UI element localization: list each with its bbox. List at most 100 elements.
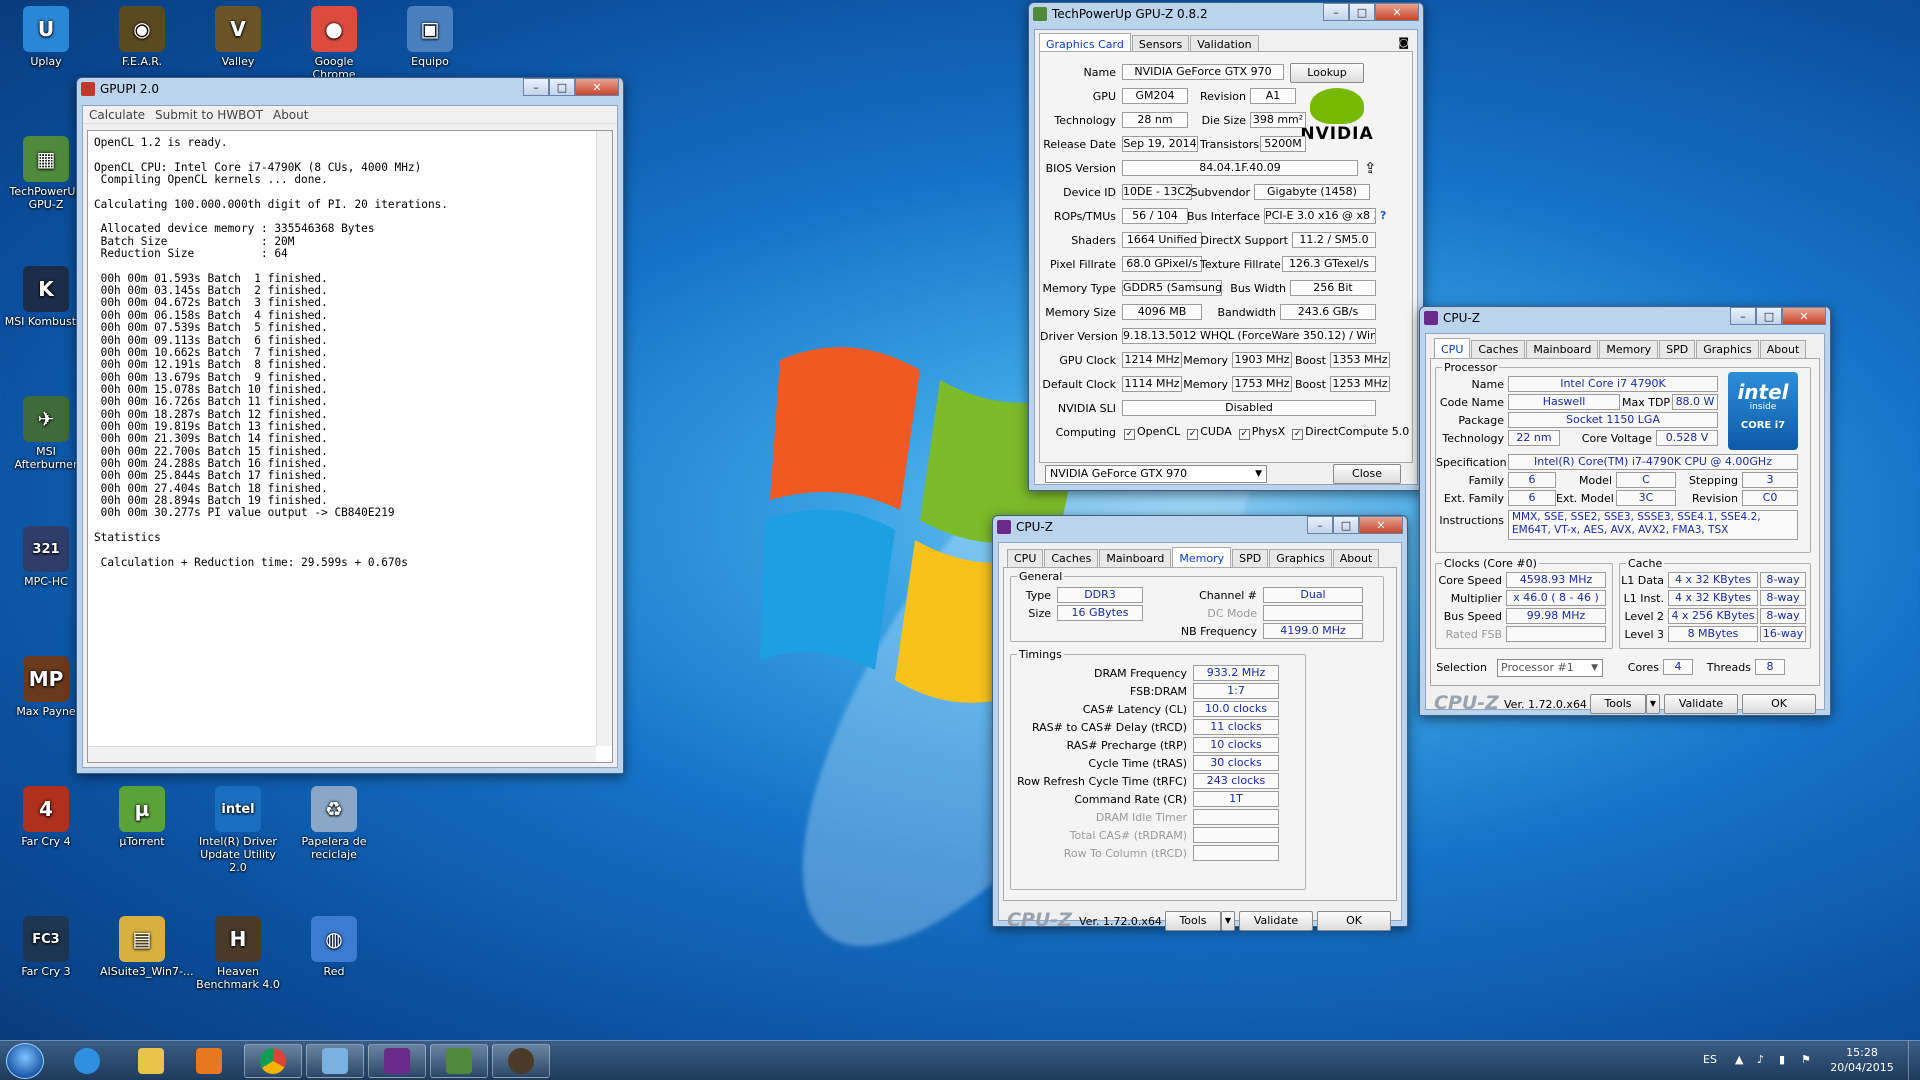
desktop-icon-far-cry-4[interactable]: 4 Far Cry 4 xyxy=(4,786,88,848)
instructions-value: MMX, SSE, SSE2, SSE3, SSSE3, SSE4.1, SSE… xyxy=(1508,510,1798,540)
start-button[interactable] xyxy=(6,1043,44,1079)
label-dc-mode: DC Mode xyxy=(1207,607,1257,620)
maximize-icon[interactable]: □ xyxy=(1756,307,1782,325)
vertical-scrollbar[interactable] xyxy=(596,131,612,746)
revision-field: A1 xyxy=(1250,88,1296,104)
ok-button[interactable]: OK xyxy=(1317,911,1391,931)
taskbar-explorer[interactable] xyxy=(122,1044,180,1078)
l1-data-ways: 8-way xyxy=(1760,572,1806,588)
taskbar-heaven[interactable] xyxy=(492,1044,550,1078)
minimize-icon[interactable]: – xyxy=(1730,307,1756,325)
desktop-icon-google-chrome[interactable]: ● Google Chrome xyxy=(292,6,376,81)
close-icon[interactable]: ✕ xyxy=(1359,516,1403,534)
close-button[interactable]: Close xyxy=(1333,464,1401,484)
tab-spd[interactable]: SPD xyxy=(1659,340,1696,358)
desktop-icon-valley[interactable]: V Valley xyxy=(196,6,280,68)
tab-cpu[interactable]: CPU xyxy=(1434,338,1471,358)
tools-button[interactable]: Tools xyxy=(1590,694,1646,714)
label-family: Family xyxy=(1468,474,1504,487)
tab-memory[interactable]: Memory xyxy=(1172,547,1232,567)
gpupi-titlebar[interactable]: GPUPI 2.0 – □ ✕ xyxy=(77,78,623,100)
directcompute-checkbox[interactable]: ✓ DirectCompute 5.0 xyxy=(1292,425,1409,440)
taskbar-internet-explorer[interactable] xyxy=(58,1044,116,1078)
clock[interactable]: 15:28 20/04/2015 xyxy=(1822,1045,1902,1075)
desktop-icon-equipo[interactable]: ▣ Equipo xyxy=(388,6,472,68)
cuda-checkbox[interactable]: ✓ CUDA xyxy=(1187,425,1232,440)
taskbar-gpupi[interactable] xyxy=(306,1044,364,1078)
tab-about[interactable]: About xyxy=(1332,549,1380,567)
tab-graphics[interactable]: Graphics xyxy=(1696,340,1759,358)
desktop-icon-far-cry-3[interactable]: FC3 Far Cry 3 xyxy=(4,916,88,978)
network-icon[interactable]: ▮ xyxy=(1779,1053,1785,1066)
tab-cpu[interactable]: CPU xyxy=(1007,549,1044,567)
taskbar-gpuz[interactable] xyxy=(430,1044,488,1078)
label-die-size: Die Size xyxy=(1201,114,1246,127)
menu-submit-hwbot[interactable]: Submit to HWBOT xyxy=(155,108,263,122)
timing-value xyxy=(1193,845,1279,861)
language-indicator[interactable]: ES xyxy=(1703,1053,1717,1066)
tools-button[interactable]: Tools xyxy=(1165,911,1221,931)
close-icon[interactable]: ✕ xyxy=(575,78,619,96)
minimize-icon[interactable]: – xyxy=(523,78,549,96)
gpupi-console[interactable]: OpenCL 1.2 is ready. OpenCL CPU: Intel C… xyxy=(87,130,613,763)
label-channel: Channel # xyxy=(1199,589,1257,602)
tab-graphics-card[interactable]: Graphics Card xyxy=(1039,33,1131,53)
desktop-icon-aisuite3[interactable]: ▤ AISuite3_Win7-... xyxy=(100,916,193,978)
tools-dropdown-arrow-icon[interactable]: ▼ xyxy=(1221,911,1235,931)
show-hidden-icons-icon[interactable]: ▲ xyxy=(1735,1053,1743,1066)
gpuz-titlebar[interactable]: TechPowerUp GPU-Z 0.8.2 – □ ✕ xyxy=(1029,3,1423,25)
desktop-icon-intel-driver-update[interactable]: intel Intel(R) Driver Update Utility 2.0 xyxy=(196,786,280,874)
cpuz-memory-titlebar[interactable]: CPU-Z – □ ✕ xyxy=(993,516,1407,538)
gpu-select-dropdown[interactable]: NVIDIA GeForce GTX 970 ▼ xyxy=(1045,465,1267,483)
tab-mainboard[interactable]: Mainboard xyxy=(1099,549,1172,567)
opencl-checkbox[interactable]: ✓ OpenCL xyxy=(1124,425,1180,440)
maximize-icon[interactable]: □ xyxy=(1333,516,1359,534)
timing-value: 1T xyxy=(1193,791,1279,807)
taskbar-chrome[interactable] xyxy=(244,1044,302,1078)
camera-icon[interactable]: ◙ xyxy=(1398,36,1409,49)
share-icon[interactable]: ⇪ xyxy=(1364,159,1377,177)
desktop-icon-red[interactable]: ◍ Red xyxy=(292,916,376,978)
desktop-icon-recycle-bin[interactable]: ♻ Papelera de reciclaje xyxy=(292,786,376,861)
ok-button[interactable]: OK xyxy=(1742,694,1816,714)
nb-frequency-value: 4199.0 MHz xyxy=(1263,623,1363,639)
desktop-icon-uplay[interactable]: U Uplay xyxy=(4,6,88,68)
tab-memory[interactable]: Memory xyxy=(1599,340,1659,358)
tools-dropdown-arrow-icon[interactable]: ▼ xyxy=(1646,694,1660,714)
taskbar-media-player[interactable] xyxy=(180,1044,238,1078)
physx-checkbox[interactable]: ✓ PhysX xyxy=(1238,425,1285,440)
maximize-icon[interactable]: □ xyxy=(549,78,575,96)
action-center-flag-icon[interactable]: ⚑ xyxy=(1801,1053,1811,1066)
lookup-button[interactable]: Lookup xyxy=(1290,63,1364,83)
menu-calculate[interactable]: Calculate xyxy=(89,108,145,122)
desktop-icon-heaven-benchmark[interactable]: H Heaven Benchmark 4.0 xyxy=(196,916,280,991)
menu-about[interactable]: About xyxy=(273,108,308,122)
core-speed-value: 4598.93 MHz xyxy=(1506,572,1606,588)
show-desktop-button[interactable] xyxy=(1908,1041,1920,1080)
pixel-fillrate-field: 68.0 GPixel/s xyxy=(1122,256,1202,272)
validate-button[interactable]: Validate xyxy=(1664,694,1738,714)
desktop-icon-fear[interactable]: ◉ F.E.A.R. xyxy=(100,6,184,68)
gpuz-window: TechPowerUp GPU-Z 0.8.2 – □ ✕ Graphics Car… xyxy=(1028,2,1424,491)
tab-caches[interactable]: Caches xyxy=(1044,549,1099,567)
horizontal-scrollbar[interactable] xyxy=(88,746,596,762)
tab-graphics[interactable]: Graphics xyxy=(1269,549,1332,567)
cpuz-cpu-titlebar[interactable]: CPU-Z – □ ✕ xyxy=(1420,307,1830,329)
validate-button[interactable]: Validate xyxy=(1239,911,1313,931)
volume-icon[interactable]: ♪ xyxy=(1757,1053,1764,1066)
minimize-icon[interactable]: – xyxy=(1323,3,1349,21)
help-icon[interactable]: ? xyxy=(1380,209,1386,222)
maximize-icon[interactable]: □ xyxy=(1349,3,1375,21)
taskbar-cpuz[interactable] xyxy=(368,1044,426,1078)
tab-about[interactable]: About xyxy=(1759,340,1807,358)
tab-spd[interactable]: SPD xyxy=(1232,549,1269,567)
tab-mainboard[interactable]: Mainboard xyxy=(1526,340,1599,358)
close-icon[interactable]: ✕ xyxy=(1375,3,1419,21)
minimize-icon[interactable]: – xyxy=(1307,516,1333,534)
tab-caches[interactable]: Caches xyxy=(1471,340,1526,358)
processor-select-dropdown[interactable]: Processor #1 ▼ xyxy=(1497,659,1603,677)
processor-title: Processor xyxy=(1442,361,1499,374)
close-icon[interactable]: ✕ xyxy=(1782,307,1826,325)
gpuz-icon: ▦ xyxy=(23,136,69,182)
desktop-icon-utorrent[interactable]: µ µTorrent xyxy=(100,786,184,848)
